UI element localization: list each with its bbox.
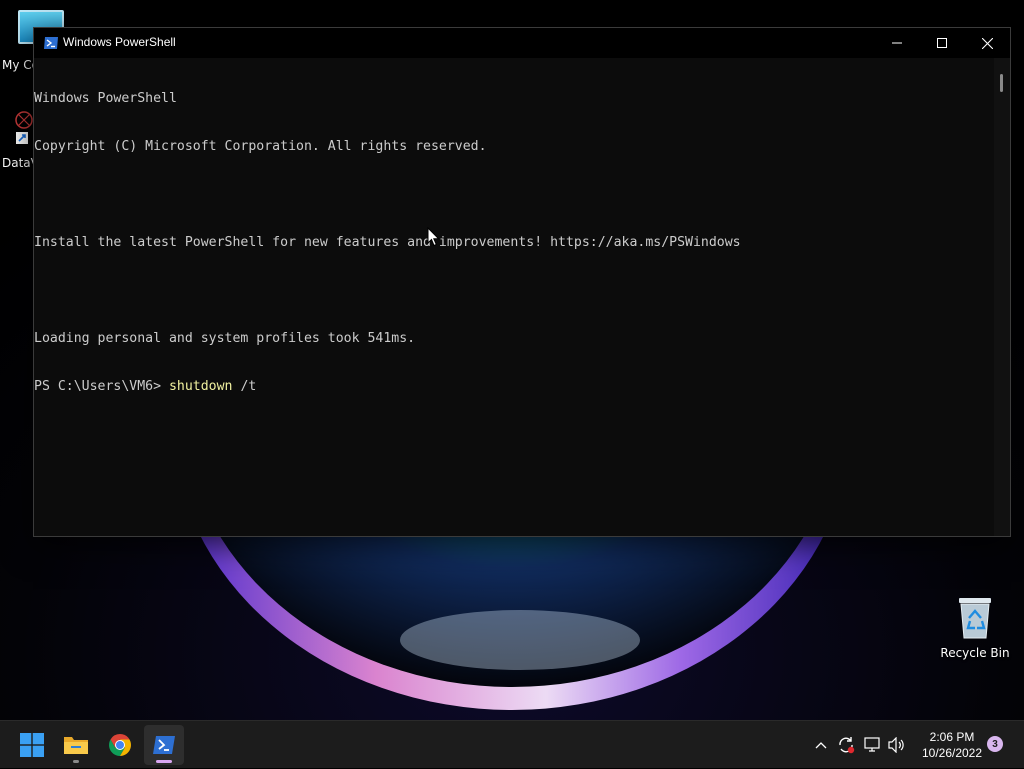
terminal-line: Loading personal and system profiles too… [34, 331, 416, 346]
mouse-cursor-icon [427, 226, 441, 251]
volume-icon [888, 737, 904, 753]
minimize-button[interactable] [874, 28, 920, 58]
taskbar: 2:06 PM 10/26/2022 [0, 720, 1024, 768]
prompt-line[interactable]: PS C:\Users\VM6> shutdown /t [34, 379, 994, 395]
command-argument: /t [232, 379, 257, 394]
desktop-icon-recycle-bin[interactable]: Recycle Bin [940, 596, 1010, 660]
terminal-output[interactable]: Windows PowerShell Copyright (C) Microso… [34, 58, 994, 536]
terminal-line: Copyright (C) Microsoft Corporation. All… [34, 139, 487, 154]
taskbar-powershell[interactable] [144, 725, 184, 765]
command-text: shutdown [168, 379, 233, 394]
powershell-window[interactable]: Windows PowerShell Windows PowerShell Co… [33, 27, 1011, 537]
taskbar-clock[interactable]: 2:06 PM 10/26/2022 [912, 729, 992, 761]
window-titlebar[interactable]: Windows PowerShell [34, 28, 1010, 58]
recycle-bin-icon [956, 596, 994, 640]
taskbar-file-explorer[interactable] [56, 725, 96, 765]
clock-date: 10/26/2022 [921, 746, 983, 760]
active-indicator [156, 760, 172, 763]
sync-icon [839, 737, 855, 754]
powershell-icon [43, 35, 59, 49]
terminal-line: Windows PowerShell [34, 91, 177, 106]
taskbar-start-button[interactable] [12, 725, 52, 765]
notification-badge[interactable]: 3 [987, 736, 1003, 752]
vertical-scrollbar[interactable] [994, 58, 1010, 536]
show-hidden-icons-button[interactable] [810, 721, 832, 769]
terminal-line: Install the latest PowerShell for new fe… [34, 235, 741, 250]
chrome-icon [109, 734, 131, 756]
network-icon [864, 737, 880, 752]
powershell-icon [153, 736, 175, 754]
tray-network-button[interactable] [862, 721, 884, 769]
prompt-text: PS C:\Users\VM6> [34, 379, 169, 394]
taskbar-chrome[interactable] [100, 725, 140, 765]
clock-time: 2:06 PM [929, 730, 975, 744]
windows-logo-icon [20, 733, 44, 757]
chevron-up-icon [815, 742, 827, 749]
desktop-icon-label: Recycle Bin [940, 646, 1010, 660]
close-button[interactable] [964, 28, 1010, 58]
minimize-icon [892, 42, 902, 44]
maximize-button[interactable] [919, 28, 965, 58]
window-title: Windows PowerShell [63, 35, 176, 49]
folder-icon [64, 737, 88, 754]
datav-icon [14, 110, 34, 144]
scrollbar-thumb[interactable] [1000, 74, 1003, 92]
maximize-icon [937, 38, 947, 48]
tray-volume-button[interactable] [886, 721, 908, 769]
running-indicator [73, 760, 79, 763]
close-icon [981, 37, 993, 49]
tray-sync-button[interactable] [834, 721, 858, 769]
